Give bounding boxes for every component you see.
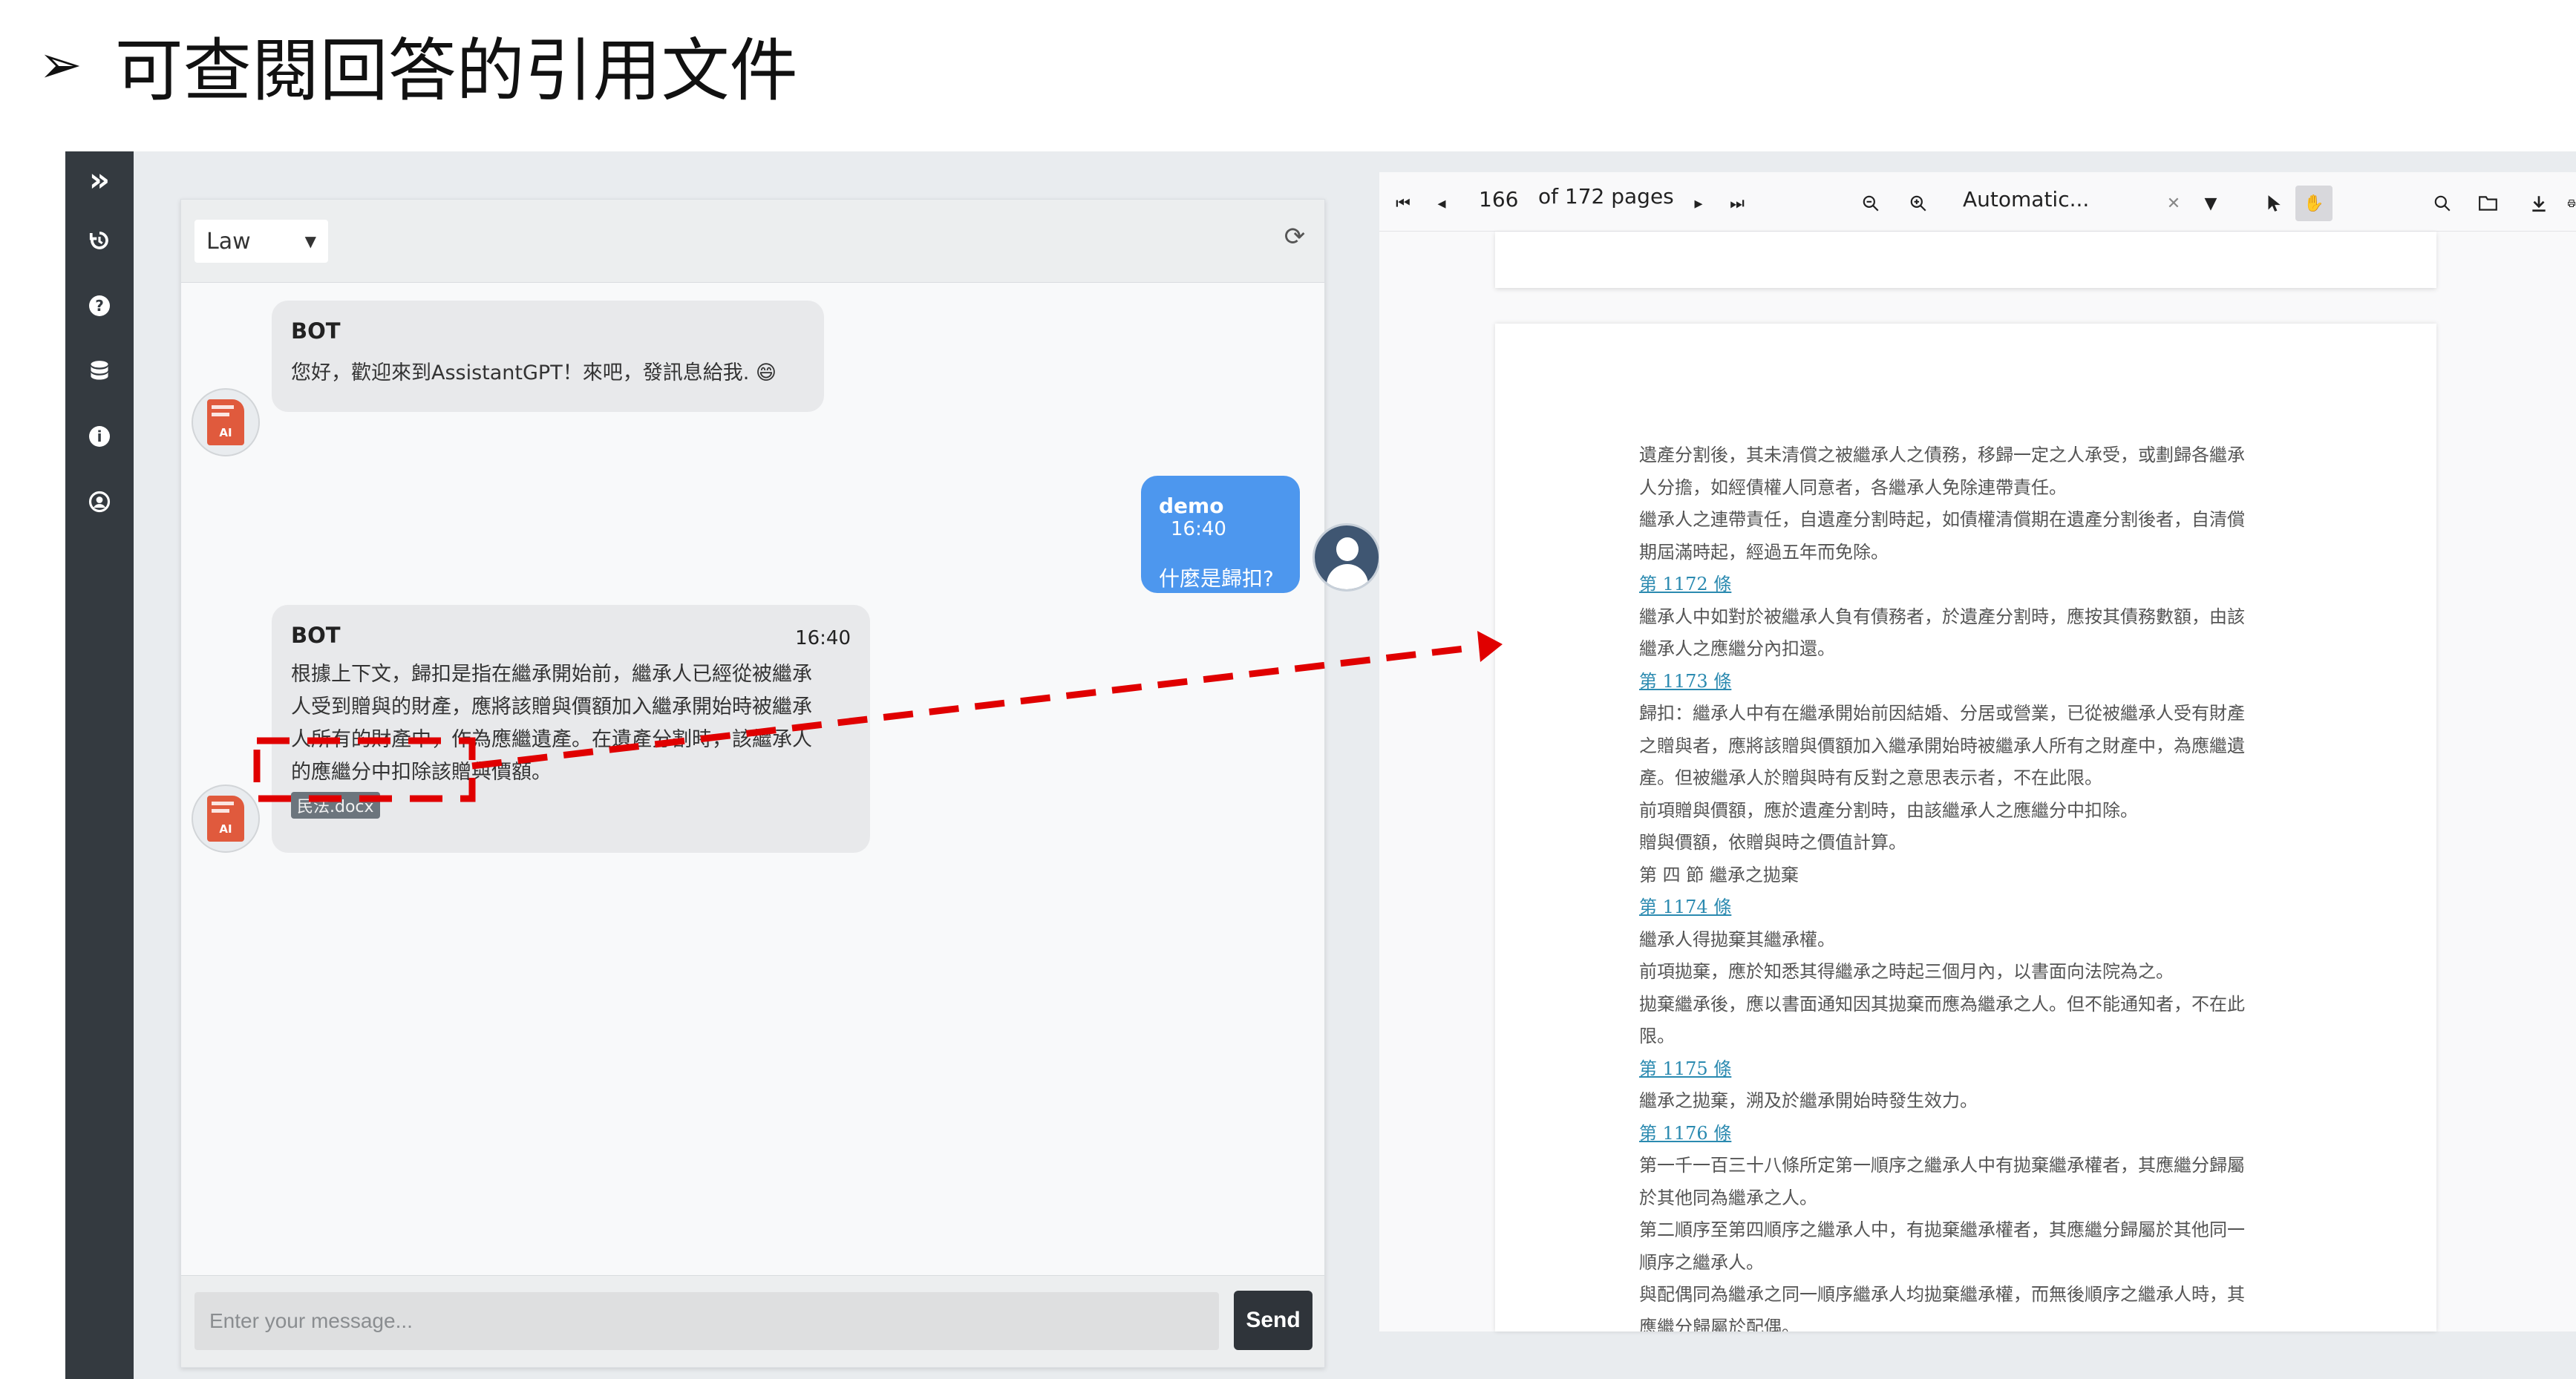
chat-panel: Law ▼ ⟳ AI BOT 您好，歡迎來到AssistantGPT！來吧，發訊… bbox=[180, 199, 1381, 1368]
message-sender: BOT bbox=[291, 318, 341, 344]
first-page-icon[interactable]: ⏮ bbox=[1388, 189, 1418, 218]
pdf-document-icon: AI bbox=[207, 796, 244, 842]
info-icon[interactable]: i bbox=[65, 404, 134, 469]
article-link[interactable]: 第 1175 條 bbox=[1639, 1053, 2307, 1086]
bot-message-bubble: BOT 您好，歡迎來到AssistantGPT！來吧，發訊息給我. 😄 bbox=[272, 301, 824, 412]
database-icon[interactable] bbox=[65, 338, 134, 404]
article-link[interactable]: 第 1173 條 bbox=[1639, 666, 2307, 698]
zoom-select[interactable]: Automatic... bbox=[1963, 187, 2089, 212]
document-line: 順序之繼承人。 bbox=[1639, 1251, 1764, 1273]
slide-title-text: 可查閱回答的引用文件 bbox=[114, 30, 798, 111]
open-file-icon[interactable] bbox=[2474, 189, 2503, 218]
caret-down-icon: ▼ bbox=[304, 232, 316, 250]
document-line: 期屆滿時起，經過五年而免除。 bbox=[1639, 541, 1889, 563]
document-line: 繼承人之連帶責任，自遺產分割時起，如債權清償期在遺產分割後者，自清償 bbox=[1639, 509, 2245, 530]
document-line: 遺產分割後，其未清償之被繼承人之債務，移歸一定之人承受，或劃歸各繼承 bbox=[1639, 445, 2245, 465]
document-line: 產。但被繼承人於贈與時有反對之意思表示者，不在此限。 bbox=[1639, 767, 2102, 788]
user-account-icon[interactable] bbox=[65, 469, 134, 534]
document-line: 前項贈與價額，應於遺產分割時，由該繼承人之應繼分中扣除。 bbox=[1639, 799, 2138, 821]
refresh-icon[interactable]: ⟳ bbox=[1280, 222, 1310, 252]
previous-page-sheet bbox=[1495, 232, 2436, 288]
bot-avatar: AI bbox=[192, 388, 260, 456]
search-icon[interactable] bbox=[2428, 189, 2457, 218]
history-icon[interactable] bbox=[65, 208, 134, 273]
last-page-icon[interactable]: ⏭ bbox=[1722, 189, 1752, 218]
message-line: 的應繼分中扣除該贈與價額。 bbox=[291, 761, 552, 784]
send-button[interactable]: Send bbox=[1234, 1291, 1312, 1350]
page-total-label: of 172 pages bbox=[1538, 184, 1674, 209]
message-time: 16:40 bbox=[1171, 518, 1226, 540]
select-tool-cursor-icon[interactable] bbox=[2258, 189, 2288, 218]
zoom-in-icon[interactable] bbox=[1903, 189, 1933, 218]
message-line: 根據上下文，歸扣是指在繼承開始前，繼承人已經從被繼承 bbox=[291, 663, 812, 686]
document-line: 贈與價額，依贈與時之價值計算。 bbox=[1639, 832, 1906, 853]
hand-tool-icon[interactable]: ✋ bbox=[2295, 186, 2333, 221]
article-link[interactable]: 第 1176 條 bbox=[1639, 1118, 2307, 1150]
message-input[interactable] bbox=[194, 1292, 1219, 1350]
print-icon[interactable] bbox=[2567, 189, 2576, 218]
document-line: 第 四 節 繼承之拋棄 bbox=[1639, 864, 1799, 885]
document-line: 拋棄繼承後，應以書面通知因其拋棄而應為繼承之人。但不能通知者，不在此 bbox=[1639, 993, 2245, 1015]
document-line: 第一千一百三十八條所定第一順序之繼承人中有拋棄繼承權者，其應繼分歸屬 bbox=[1639, 1155, 2245, 1176]
message-text: 根據上下文，歸扣是指在繼承開始前，繼承人已經從被繼承 人受到贈與的財產，應將該贈… bbox=[291, 658, 851, 789]
message-sender: BOT bbox=[291, 623, 341, 648]
pdf-page: 遺產分割後，其未清償之被繼承人之債務，移歸一定之人承受，或劃歸各繼承 人分擔，如經… bbox=[1495, 324, 2436, 1331]
message-text: 什麼是歸扣? bbox=[1159, 566, 1274, 591]
clear-zoom-icon[interactable]: ✕ bbox=[2159, 189, 2188, 218]
page-number-input[interactable]: 166 bbox=[1479, 187, 1518, 212]
document-line: 繼承人得拋棄其繼承權。 bbox=[1639, 928, 1835, 950]
document-line: 限。 bbox=[1639, 1026, 1675, 1046]
document-line: 於其他同為繼承之人。 bbox=[1639, 1187, 1817, 1208]
previous-page-icon[interactable]: ◂ bbox=[1427, 189, 1457, 218]
zoom-dropdown-caret-icon[interactable]: ▼ bbox=[2196, 189, 2226, 218]
chat-footer: Send bbox=[181, 1275, 1324, 1367]
pdf-page-text: 遺產分割後，其未清償之被繼承人之債務，移歸一定之人承受，或劃歸各繼承 人分擔，如經… bbox=[1639, 439, 2307, 1331]
slide-heading: ➢ 可查閱回答的引用文件 bbox=[39, 16, 798, 113]
pdf-document-icon: AI bbox=[207, 399, 244, 445]
app-window: » ? i Law ▼ ⟳ AI BOT 您好，歡迎來到AssistantGPT… bbox=[65, 151, 2576, 1379]
expand-sidebar-icon[interactable]: » bbox=[65, 151, 134, 208]
message-sender: demo bbox=[1159, 494, 1224, 518]
document-line: 繼承人中如對於被繼承人負有債務者，於遺產分割時，應按其債務數額，由該 bbox=[1639, 606, 2245, 627]
chat-header: Law ▼ ⟳ bbox=[181, 200, 1324, 283]
message-time: 16:40 bbox=[795, 627, 851, 649]
knowledge-base-select[interactable]: Law ▼ bbox=[194, 220, 328, 263]
select-value: Law bbox=[206, 228, 251, 255]
user-message-bubble: demo 16:40 什麼是歸扣? bbox=[1141, 476, 1300, 593]
message-line: 人所有的財產中，作為應繼遺產。在遺產分割時，該繼承人 bbox=[291, 728, 812, 751]
article-link[interactable]: 第 1172 條 bbox=[1639, 569, 2307, 601]
document-line: 前項拋棄，應於知悉其得繼承之時起三個月內，以書面向法院為之。 bbox=[1639, 961, 2174, 982]
document-line: 應繼分歸屬於配偶。 bbox=[1639, 1316, 1799, 1332]
user-avatar bbox=[1312, 523, 1381, 592]
document-line: 與配偶同為繼承之同一順序繼承人均拋棄繼承權，而無後順序之繼承人時，其 bbox=[1639, 1284, 2245, 1305]
message-line: 人受到贈與的財產，應將該贈與價額加入繼承開始時被繼承 bbox=[291, 695, 812, 718]
document-line: 之贈與者，應將該贈與價額加入繼承開始時被繼承人所有之財產中，為應繼遺 bbox=[1639, 735, 2245, 756]
pdf-viewer: ⏮ ◂ 166 of 172 pages ▸ ⏭ Automatic... ✕ … bbox=[1379, 172, 2576, 1331]
document-line: 歸扣：繼承人中有在繼承開始前因結婚、分居或營業，已從被繼承人受有財產 bbox=[1639, 703, 2245, 724]
pdf-toolbar: ⏮ ◂ 166 of 172 pages ▸ ⏭ Automatic... ✕ … bbox=[1379, 172, 2576, 232]
next-page-icon[interactable]: ▸ bbox=[1684, 189, 1713, 218]
download-icon[interactable] bbox=[2524, 189, 2554, 218]
document-line: 第二順序至第四順序之繼承人中，有拋棄繼承權者，其應繼分歸屬於其他同一 bbox=[1639, 1219, 2245, 1240]
document-line: 繼承人之應繼分內扣還。 bbox=[1639, 638, 1835, 659]
zoom-out-icon[interactable] bbox=[1856, 189, 1886, 218]
bot-avatar: AI bbox=[192, 785, 260, 853]
article-link[interactable]: 第 1174 條 bbox=[1639, 891, 2307, 924]
source-document-tag[interactable]: 民法.docx bbox=[291, 792, 380, 819]
bot-message-bubble: BOT 16:40 根據上下文，歸扣是指在繼承開始前，繼承人已經從被繼承 人受到… bbox=[272, 605, 870, 853]
bullet-arrow-icon: ➢ bbox=[39, 34, 82, 95]
message-text: 您好，歡迎來到AssistantGPT！來吧，發訊息給我. 😄 bbox=[291, 361, 777, 384]
help-icon[interactable]: ? bbox=[65, 273, 134, 338]
document-line: 人分擔，如經債權人同意者，各繼承人免除連帶責任。 bbox=[1639, 476, 2067, 498]
sidebar-rail: » ? i bbox=[65, 151, 134, 1379]
document-line: 繼承之拋棄，溯及於繼承開始時發生效力。 bbox=[1639, 1090, 1978, 1111]
